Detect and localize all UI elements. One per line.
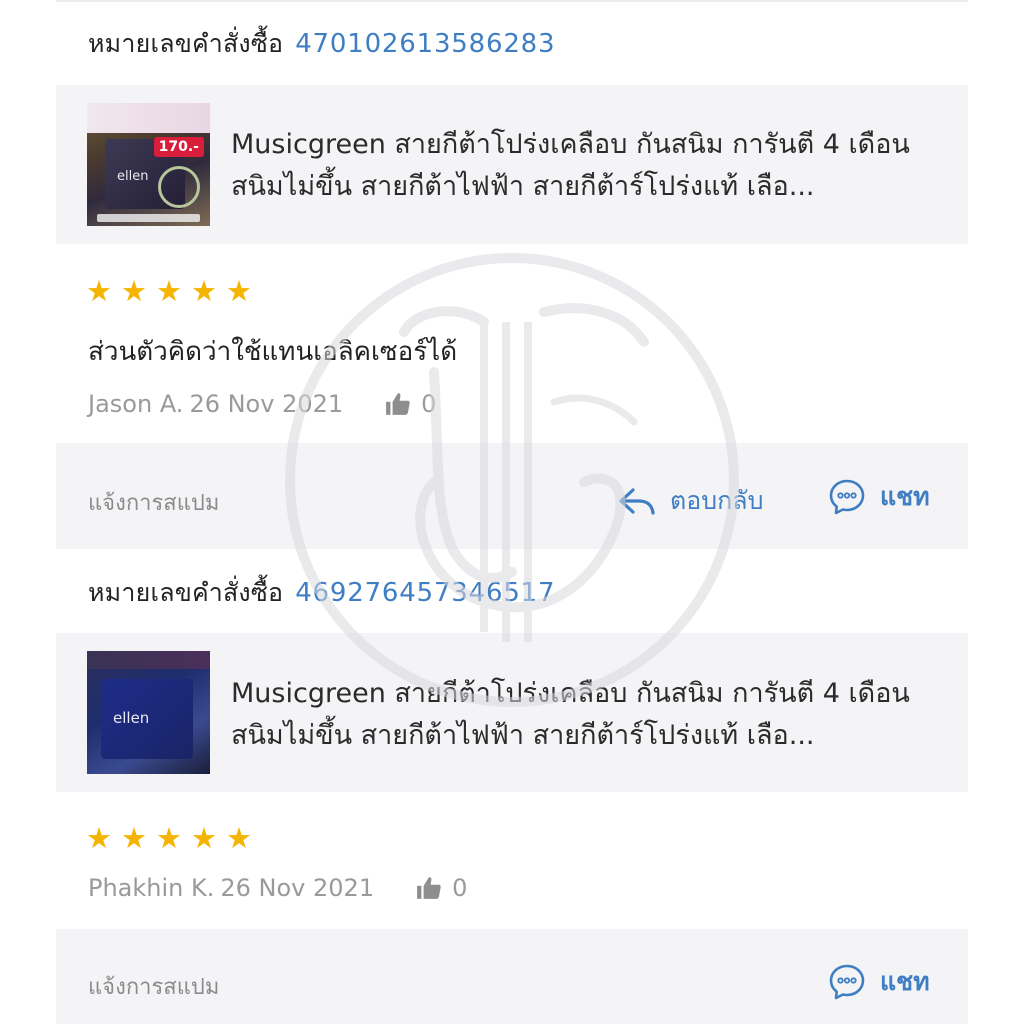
like-count: 0 [421,390,437,418]
thumbnail-brand: ellen [113,709,150,727]
reply-label: ตอบกลับ [670,486,764,515]
thumbnail-banner [87,651,210,669]
thumbnail-brand: ellen [117,169,149,184]
report-spam-link[interactable]: แจ้งการสแปม [88,969,219,1004]
review-action-bar: แจ้งการสแปม แชท [56,929,968,1024]
review-author: Phakhin K. [88,874,215,902]
product-thumbnail[interactable]: ellen 170.- [87,103,210,226]
star-icon: ★ [226,821,252,855]
report-spam-link[interactable]: แจ้งการสแปม [88,485,219,520]
star-icon: ★ [156,274,182,308]
product-title[interactable]: Musicgreen สายกีต้าโปร่งเคลือบ กันสนิม ก… [231,124,931,208]
reply-arrow-icon [619,488,655,515]
star-rating: ★ ★ ★ ★ ★ [86,274,253,308]
review-list-page: หมายเลขคำสั่งซื้อ 470102613586283 ellen … [0,0,1024,1024]
star-icon: ★ [86,274,112,308]
like-button[interactable]: 0 [416,874,467,902]
star-icon: ★ [226,274,252,308]
chat-bubble-icon [829,479,865,515]
star-icon: ★ [191,821,217,855]
order-number-label: หมายเลขคำสั่งซื้อ [88,578,284,607]
like-button[interactable]: 0 [385,390,436,418]
product-card[interactable]: ellen 170.- Musicgreen สายกีต้าโปร่งเคลื… [56,85,968,244]
chat-button[interactable]: แชท [828,477,930,517]
order-number-row: หมายเลขคำสั่งซื้อ 470102613586283 [88,24,555,64]
thumbs-up-icon [386,393,410,415]
thumbnail-banner [87,103,210,133]
review-comment: ส่วนตัวคิดว่าใช้แทนเอลิคเซอร์ได้ [88,337,458,367]
thumbs-up-icon [417,877,441,899]
thumbnail-price: 170.- [153,137,204,157]
order-number[interactable]: 469276457346517 [295,578,555,608]
review-date: 26 Nov 2021 [220,874,375,902]
star-icon: ★ [191,274,217,308]
star-icon: ★ [86,821,112,855]
chat-bubble-icon [829,964,865,1000]
chat-button[interactable]: แชท [828,962,930,1002]
chat-label: แชท [880,967,930,996]
order-number[interactable]: 470102613586283 [295,29,555,59]
reply-button[interactable]: ตอบกลับ [618,481,763,521]
like-count: 0 [452,874,468,902]
star-icon: ★ [121,821,147,855]
chat-label: แชท [880,482,930,511]
star-rating: ★ ★ ★ ★ ★ [86,821,253,855]
review-date: 26 Nov 2021 [189,390,344,418]
order-number-label: หมายเลขคำสั่งซื้อ [88,29,284,58]
review-action-bar: แจ้งการสแปม ตอบกลับ แชท [56,443,968,549]
top-divider [56,0,968,2]
star-icon: ★ [156,821,182,855]
review-author: Jason A. [88,390,184,418]
product-card[interactable]: ellen Musicgreen สายกีต้าโปร่งเคลือบ กัน… [56,633,968,792]
star-icon: ★ [121,274,147,308]
thumbnail-caption-bar [97,214,200,222]
product-thumbnail[interactable]: ellen [87,651,210,774]
thumbnail-string-coil [158,166,200,208]
order-number-row: หมายเลขคำสั่งซื้อ 469276457346517 [88,573,555,613]
product-title[interactable]: Musicgreen สายกีต้าโปร่งเคลือบ กันสนิม ก… [231,673,931,757]
review-meta: Jason A. 26 Nov 2021 0 [88,390,436,418]
review-meta: Phakhin K. 26 Nov 2021 0 [88,874,467,902]
